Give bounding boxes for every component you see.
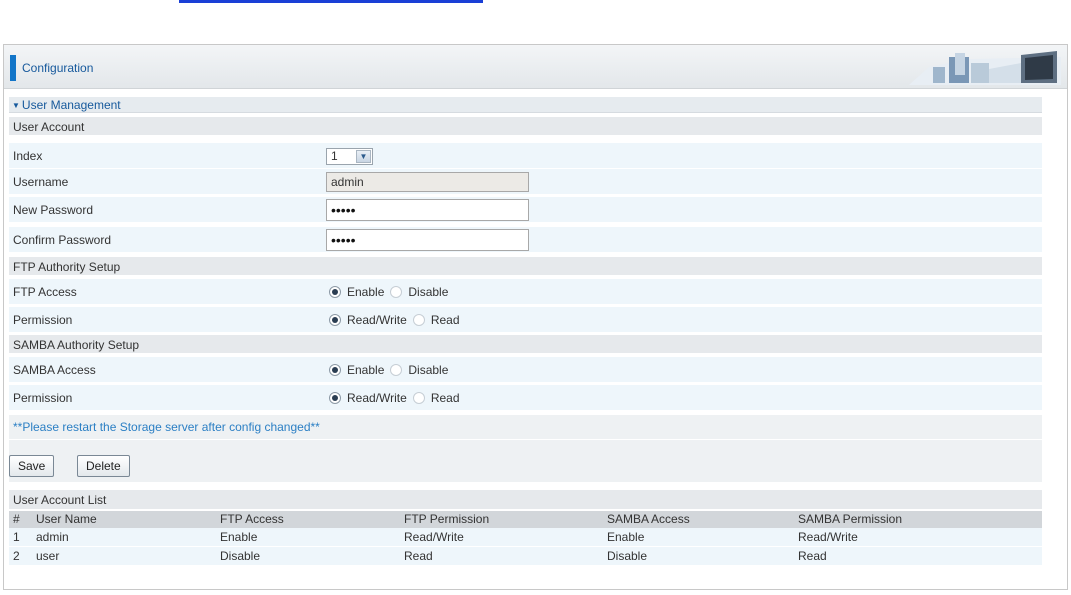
ftp-authority-section: FTP Authority Setup (9, 257, 1042, 276)
user-account-list-section: User Account List (9, 490, 1042, 509)
top-link-underline[interactable] (179, 0, 483, 3)
radio-unchecked-icon[interactable] (412, 392, 425, 404)
radio-unchecked-icon[interactable] (390, 364, 403, 376)
column-header-samba-permission: SAMBA Permission (798, 512, 903, 526)
radio-checked-icon[interactable] (329, 364, 341, 376)
samba-permission-read-radio[interactable]: Read (412, 391, 460, 405)
table-row: 1 admin Enable Read/Write Enable Read/Wr… (9, 528, 1042, 547)
cell-ftp-access: Disable (220, 549, 261, 563)
confirm-password-label: Confirm Password (13, 233, 112, 247)
ftp-readwrite-label: Read/Write (347, 313, 407, 327)
username-label: Username (13, 175, 69, 189)
index-row: Index 1 ▼ (9, 143, 1042, 169)
cell-samba-access: Disable (607, 549, 648, 563)
samba-disable-label: Disable (408, 363, 449, 377)
new-password-field[interactable]: ••••• (326, 199, 529, 221)
samba-readwrite-label: Read/Write (347, 391, 407, 405)
column-header-ftp-permission: FTP Permission (404, 512, 490, 526)
action-button-row: Save Delete (9, 440, 1042, 482)
samba-permission-readwrite-radio[interactable]: Read/Write (329, 391, 407, 405)
samba-authority-label: SAMBA Authority Setup (13, 338, 140, 352)
user-account-table: # User Name FTP Access FTP Permission SA… (9, 511, 1042, 566)
ftp-access-enable-radio[interactable]: Enable (329, 285, 384, 299)
column-header-samba-access: SAMBA Access (607, 512, 690, 526)
delete-button[interactable]: Delete (77, 455, 130, 477)
samba-access-enable-radio[interactable]: Enable (329, 363, 384, 377)
radio-checked-icon[interactable] (329, 286, 341, 298)
header-title: Configuration (22, 61, 94, 75)
ftp-read-label: Read (430, 313, 460, 327)
ftp-authority-label: FTP Authority Setup (13, 260, 121, 274)
cell-samba-access: Enable (607, 530, 645, 544)
index-label: Index (13, 149, 43, 163)
ftp-access-row: FTP Access Enable Disable (9, 279, 1042, 305)
cell-samba-permission: Read (798, 549, 827, 563)
index-select[interactable]: 1 ▼ (326, 147, 373, 165)
ftp-permission-label: Permission (13, 313, 73, 327)
user-management-bar[interactable]: ▼ User Management (9, 97, 1042, 113)
ftp-disable-label: Disable (408, 285, 449, 299)
header-accent-bar (10, 55, 16, 81)
cell-ftp-access: Enable (220, 530, 258, 544)
user-management-title: User Management (21, 98, 121, 112)
cell-ftp-permission: Read/Write (404, 530, 464, 544)
chevron-down-icon[interactable]: ▼ (356, 149, 371, 163)
radio-unchecked-icon[interactable] (390, 286, 403, 298)
confirm-password-field[interactable]: ••••• (326, 229, 529, 251)
new-password-row: New Password ••••• (9, 197, 1042, 223)
radio-checked-icon[interactable] (329, 314, 341, 326)
cell-username: user (36, 549, 60, 563)
save-button[interactable]: Save (9, 455, 55, 477)
user-account-list-label: User Account List (13, 493, 107, 507)
cell-index: 2 (13, 549, 20, 563)
samba-access-label: SAMBA Access (13, 363, 96, 377)
cell-index: 1 (13, 530, 20, 544)
samba-enable-label: Enable (347, 363, 385, 377)
ftp-permission-row: Permission Read/Write Read (9, 307, 1042, 333)
index-select-value: 1 (331, 149, 338, 163)
samba-access-disable-radio[interactable]: Disable (390, 363, 448, 377)
restart-note: **Please restart the Storage server afte… (9, 415, 1042, 439)
cell-samba-permission: Read/Write (798, 530, 858, 544)
header-laptop-graphic-icon (909, 51, 1061, 85)
username-row: Username admin (9, 169, 1042, 195)
table-row: 2 user Disable Read Disable Read (9, 547, 1042, 566)
samba-authority-section: SAMBA Authority Setup (9, 335, 1042, 354)
ftp-access-disable-radio[interactable]: Disable (390, 285, 448, 299)
cell-username: admin (36, 530, 69, 544)
samba-permission-row: Permission Read/Write Read (9, 385, 1042, 411)
new-password-label: New Password (13, 203, 94, 217)
column-header-index: # (13, 512, 20, 526)
radio-checked-icon[interactable] (329, 392, 341, 404)
ftp-enable-label: Enable (347, 285, 385, 299)
cell-ftp-permission: Read (404, 549, 433, 563)
ftp-permission-read-radio[interactable]: Read (412, 313, 460, 327)
user-account-section: User Account (9, 117, 1042, 136)
username-field: admin (326, 172, 529, 192)
samba-permission-label: Permission (13, 391, 73, 405)
table-header-row: # User Name FTP Access FTP Permission SA… (9, 511, 1042, 528)
ftp-access-label: FTP Access (13, 285, 77, 299)
confirm-password-row: Confirm Password ••••• (9, 227, 1042, 253)
column-header-username: User Name (36, 512, 97, 526)
ftp-permission-readwrite-radio[interactable]: Read/Write (329, 313, 407, 327)
user-account-label: User Account (13, 120, 85, 134)
radio-unchecked-icon[interactable] (412, 314, 425, 326)
samba-access-row: SAMBA Access Enable Disable (9, 357, 1042, 383)
collapse-triangle-icon[interactable]: ▼ (12, 101, 20, 110)
configuration-header: Configuration (4, 45, 1067, 89)
samba-read-label: Read (430, 391, 460, 405)
column-header-ftp-access: FTP Access (220, 512, 284, 526)
